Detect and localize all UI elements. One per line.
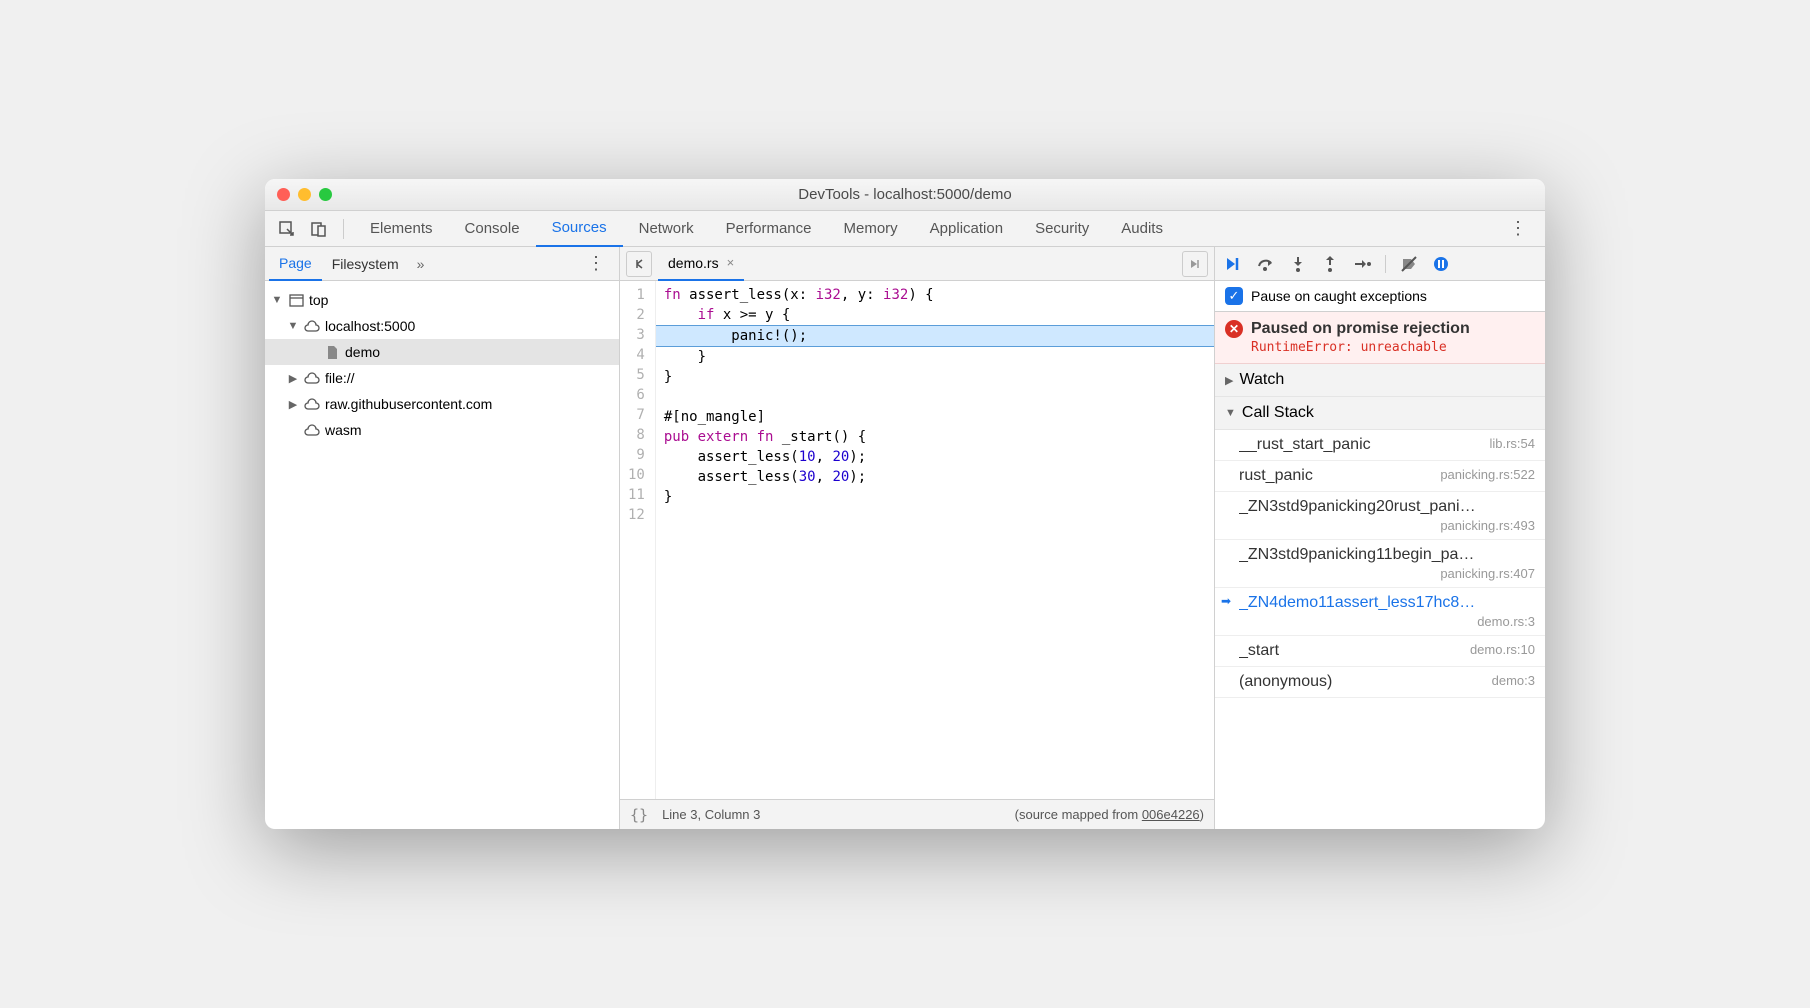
tree-node-demo[interactable]: demo — [265, 339, 619, 365]
navigator-menu-button[interactable]: ⋮ — [577, 253, 615, 274]
file-tab-demo[interactable]: demo.rs × — [658, 247, 744, 281]
tree-node-top[interactable]: ▼top — [265, 287, 619, 313]
more-tabs-button[interactable]: » — [409, 256, 433, 272]
run-snippet-button[interactable] — [1182, 251, 1208, 277]
devtools-window: DevTools - localhost:5000/demo ElementsC… — [265, 179, 1545, 829]
nav-back-button[interactable] — [626, 251, 652, 277]
tab-network[interactable]: Network — [623, 211, 710, 247]
expand-icon: ▶ — [1225, 374, 1233, 387]
tree-node-localhost-5000[interactable]: ▼localhost:5000 — [265, 313, 619, 339]
inspect-element-icon[interactable] — [273, 215, 301, 243]
code-editor[interactable]: 123456789101112 fn assert_less(x: i32, y… — [620, 281, 1214, 799]
watch-label: Watch — [1239, 371, 1284, 389]
navigator-panel: PageFilesystem » ⋮ ▼top▼localhost:5000de… — [265, 247, 620, 829]
toolbar-separator — [343, 219, 344, 239]
error-message: RuntimeError: unreachable — [1225, 338, 1535, 355]
nav-tab-filesystem[interactable]: Filesystem — [322, 247, 409, 281]
stack-frame[interactable]: _startdemo.rs:10 — [1215, 636, 1545, 667]
tab-performance[interactable]: Performance — [710, 211, 828, 247]
error-icon: ✕ — [1225, 320, 1243, 338]
pause-options: ✓ Pause on caught exceptions — [1215, 281, 1545, 312]
main-area: PageFilesystem » ⋮ ▼top▼localhost:5000de… — [265, 247, 1545, 829]
collapse-icon: ▼ — [1225, 407, 1236, 419]
deactivate-breakpoints-button[interactable] — [1398, 253, 1420, 275]
window-title: DevTools - localhost:5000/demo — [265, 186, 1545, 203]
pause-caught-checkbox[interactable]: ✓ — [1225, 287, 1243, 305]
debugger-toolbar — [1215, 247, 1545, 281]
source-map-link[interactable]: 006e4226 — [1142, 807, 1200, 822]
step-out-button[interactable] — [1319, 253, 1341, 275]
pause-exceptions-button[interactable] — [1430, 253, 1452, 275]
close-tab-button[interactable]: × — [727, 255, 735, 270]
file-tab-label: demo.rs — [668, 255, 719, 271]
step-button[interactable] — [1351, 253, 1373, 275]
editor-tabs: demo.rs × — [620, 247, 1214, 281]
watch-section-header[interactable]: ▶ Watch — [1215, 364, 1545, 397]
stack-frame[interactable]: _ZN3std9panicking20rust_pani…panicking.r… — [1215, 492, 1545, 540]
stack-frame[interactable]: _ZN4demo11assert_less17hc8…demo.rs:3 — [1215, 588, 1545, 636]
debugger-panel: ✓ Pause on caught exceptions ✕ Paused on… — [1215, 247, 1545, 829]
stack-frame[interactable]: rust_panicpanicking.rs:522 — [1215, 461, 1545, 492]
step-over-button[interactable] — [1255, 253, 1277, 275]
format-button[interactable]: {} — [630, 806, 648, 824]
navigator-tabs: PageFilesystem » ⋮ — [265, 247, 619, 281]
editor-statusbar: {} Line 3, Column 3 (source mapped from … — [620, 799, 1214, 829]
callstack-label: Call Stack — [1242, 404, 1314, 422]
paused-reason-panel: ✕ Paused on promise rejection RuntimeErr… — [1215, 312, 1545, 364]
code-content: fn assert_less(x: i32, y: i32) { if x >=… — [656, 281, 1214, 799]
call-stack-list: __rust_start_paniclib.rs:54rust_panicpan… — [1215, 430, 1545, 829]
source-map-info: (source mapped from 006e4226) — [1015, 807, 1204, 822]
panel-tabs: ElementsConsoleSourcesNetworkPerformance… — [354, 211, 1495, 247]
tab-security[interactable]: Security — [1019, 211, 1105, 247]
step-into-button[interactable] — [1287, 253, 1309, 275]
stack-frame[interactable]: (anonymous)demo:3 — [1215, 667, 1545, 698]
device-toggle-icon[interactable] — [305, 215, 333, 243]
editor-panel: demo.rs × 123456789101112 fn assert_less… — [620, 247, 1215, 829]
pause-caught-label: Pause on caught exceptions — [1251, 288, 1427, 304]
main-toolbar: ElementsConsoleSourcesNetworkPerformance… — [265, 211, 1545, 247]
tree-node-file---[interactable]: ▶file:// — [265, 365, 619, 391]
toolbar-separator — [1385, 255, 1386, 273]
tab-elements[interactable]: Elements — [354, 211, 449, 247]
callstack-section-header[interactable]: ▼ Call Stack — [1215, 397, 1545, 430]
file-tree: ▼top▼localhost:5000demo▶file://▶raw.gith… — [265, 281, 619, 829]
paused-reason-title: Paused on promise rejection — [1251, 320, 1470, 338]
stack-frame[interactable]: _ZN3std9panicking11begin_pa…panicking.rs… — [1215, 540, 1545, 588]
tab-console[interactable]: Console — [449, 211, 536, 247]
tab-sources[interactable]: Sources — [536, 211, 623, 247]
cursor-position: Line 3, Column 3 — [662, 807, 760, 822]
nav-tab-page[interactable]: Page — [269, 247, 322, 281]
tab-memory[interactable]: Memory — [828, 211, 914, 247]
line-gutter: 123456789101112 — [620, 281, 656, 799]
resume-button[interactable] — [1223, 253, 1245, 275]
tree-node-wasm[interactable]: wasm — [265, 417, 619, 443]
more-menu-button[interactable]: ⋮ — [1499, 218, 1537, 239]
titlebar: DevTools - localhost:5000/demo — [265, 179, 1545, 211]
tree-node-raw-githubusercontent-com[interactable]: ▶raw.githubusercontent.com — [265, 391, 619, 417]
tab-application[interactable]: Application — [914, 211, 1019, 247]
tab-audits[interactable]: Audits — [1105, 211, 1179, 247]
stack-frame[interactable]: __rust_start_paniclib.rs:54 — [1215, 430, 1545, 461]
